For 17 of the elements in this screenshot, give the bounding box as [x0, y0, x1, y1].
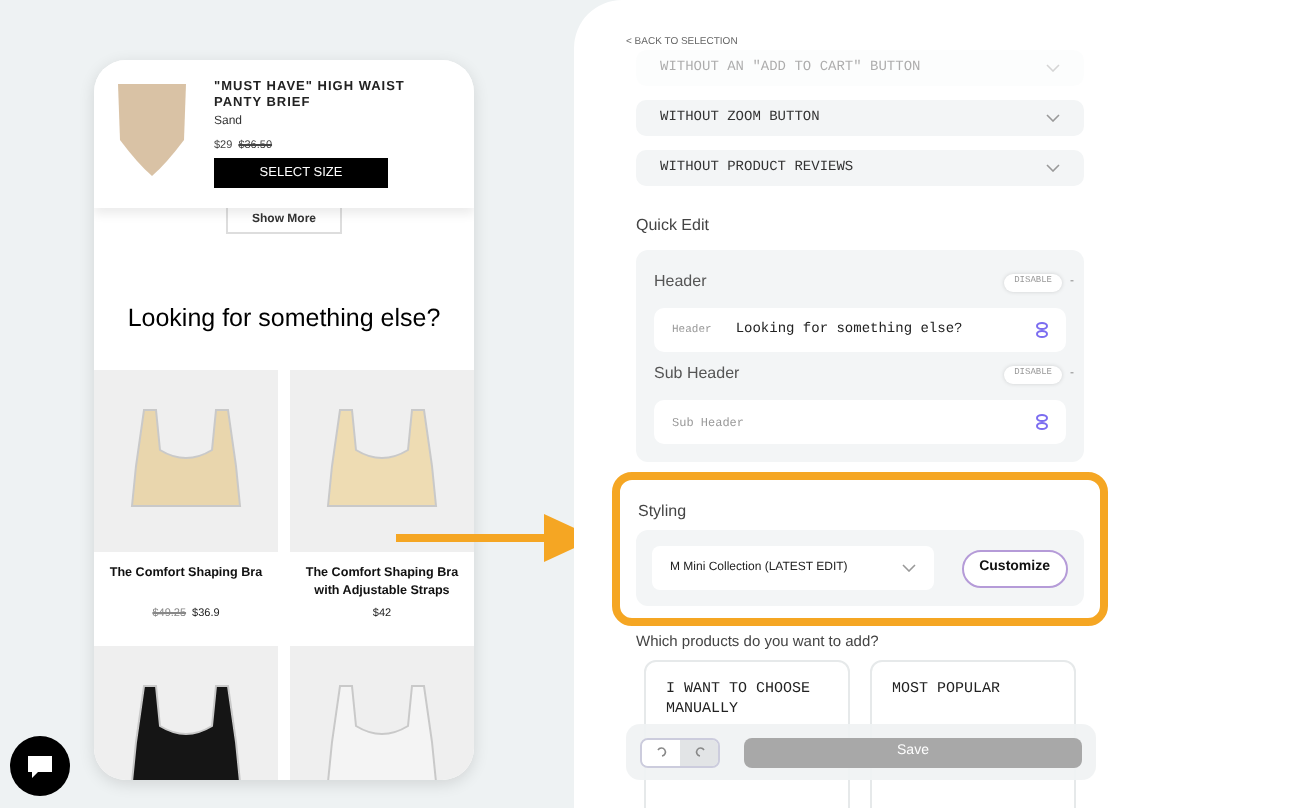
- undo-button[interactable]: [642, 739, 680, 765]
- chevron-icon: [1046, 164, 1060, 172]
- section-title: Styling: [638, 500, 689, 524]
- database-icon: [1036, 322, 1048, 338]
- chat-button[interactable]: [10, 736, 70, 796]
- chevron-icon: [1046, 64, 1060, 72]
- chat-icon: [26, 753, 54, 779]
- redo-icon: [693, 746, 705, 758]
- database-icon: [1036, 414, 1048, 430]
- section-title: Quick Edit: [636, 214, 711, 238]
- field-label: Sub Header: [654, 362, 740, 386]
- field-label: Header: [654, 270, 707, 294]
- chevron-icon: [901, 564, 916, 572]
- chevron-icon: [1046, 114, 1060, 122]
- brief-icon: [114, 80, 190, 180]
- section-heading: Looking for something else?: [125, 302, 443, 337]
- undo-icon: [655, 746, 667, 758]
